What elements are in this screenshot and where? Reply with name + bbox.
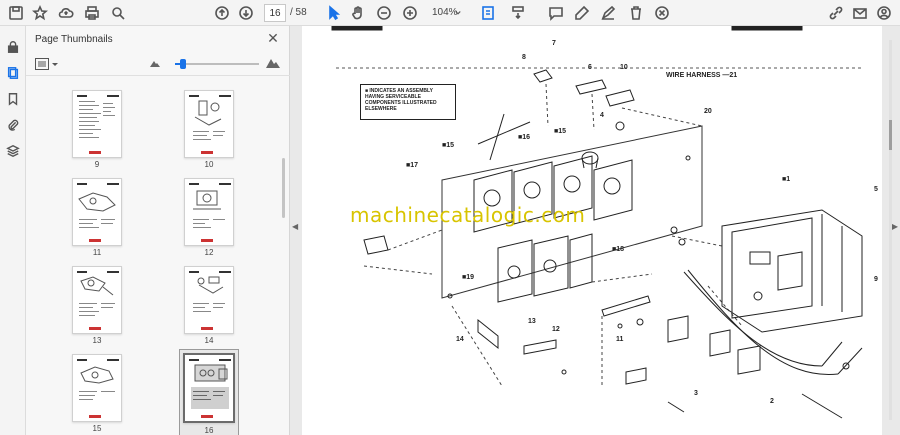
lock-icon[interactable] (4, 38, 22, 56)
thumbnail-tools (26, 52, 290, 76)
thumbnail-label: 10 (204, 160, 214, 169)
thumbnail-size-large-icon[interactable] (266, 56, 280, 68)
callout-label: ■15 (554, 128, 567, 135)
callout-label: 11 (616, 336, 624, 343)
callout-label: 6 (588, 64, 592, 71)
callout-label: 7 (552, 40, 556, 47)
bookmark-star-icon[interactable] (30, 3, 50, 23)
attachment-paperclip-icon[interactable] (4, 116, 22, 134)
comment-icon[interactable] (546, 3, 566, 23)
thumbnail-list: 9 10 11 12 13 14 15 16 (26, 78, 288, 435)
select-cursor-icon[interactable] (324, 3, 344, 23)
thumbnail-size-small-icon[interactable] (150, 59, 160, 67)
thumbnail-label: 14 (204, 336, 214, 345)
draw-signature-icon[interactable] (598, 3, 618, 23)
thumbnail-label: 16 (204, 426, 214, 435)
collapse-right-arrow-icon[interactable]: ▶ (892, 222, 898, 231)
thumbnail-scrollbar[interactable] (282, 158, 285, 218)
callout-label: 10 (620, 64, 628, 71)
upload-cloud-icon[interactable] (56, 3, 76, 23)
page-total: / 58 (290, 7, 307, 18)
thumbnail-page-9[interactable] (72, 90, 122, 158)
close-circle-icon[interactable] (652, 3, 672, 23)
thumbnail-label: 15 (92, 424, 102, 433)
document-page: ■ INDICATES AN ASSEMBLY HAVING SERVICEAB… (302, 26, 882, 435)
document-scrollbar[interactable] (889, 40, 892, 420)
callout-label: 14 (456, 336, 464, 343)
thumbnail-size-slider[interactable] (175, 59, 259, 69)
account-icon[interactable] (874, 3, 894, 23)
thumbnail-page-11[interactable] (72, 178, 122, 246)
thumbnail-preview (189, 183, 231, 242)
callout-label: ■1 (782, 176, 791, 183)
callout-label: 13 (528, 318, 536, 325)
highlight-pen-icon[interactable] (572, 3, 592, 23)
thumbnail-page-15[interactable] (72, 354, 122, 422)
document-viewer[interactable]: ◀ ■ INDICATES AN ASSEMBLY HAVING SERVICE… (290, 26, 900, 435)
thumbnail-label: 13 (92, 336, 102, 345)
close-panel-icon[interactable]: ✕ (265, 30, 281, 46)
thumbnail-options-button[interactable] (35, 57, 61, 71)
chevron-down-icon (52, 63, 58, 66)
thumbnail-page-10[interactable] (184, 90, 234, 158)
thumbnail-preview (189, 359, 231, 418)
email-icon[interactable] (850, 3, 870, 23)
save-icon[interactable] (6, 3, 26, 23)
thumbnail-label: 11 (92, 248, 102, 257)
thumbnail-preview (77, 271, 119, 330)
panel-title: Page Thumbnails (35, 34, 113, 45)
link-edit-icon[interactable] (826, 3, 846, 23)
watermark-text: machinecatalogic.com (350, 203, 586, 227)
thumbnail-preview (77, 183, 119, 242)
callout-label: 3 (694, 390, 698, 397)
page-down-icon[interactable] (236, 3, 256, 23)
bookmark-icon[interactable] (4, 90, 22, 108)
page-number-input[interactable]: 16 (264, 4, 286, 22)
thumbnail-preview (77, 359, 119, 418)
main-toolbar: 16 / 58 104% (0, 0, 900, 26)
callout-label: 9 (874, 276, 878, 283)
thumbnail-page-14[interactable] (184, 266, 234, 334)
callout-label: 8 (522, 54, 526, 61)
thumbnail-page-12[interactable] (184, 178, 234, 246)
thumbnail-page-16[interactable] (183, 353, 235, 423)
wire-harness-label: WIRE HARNESS —21 (666, 72, 738, 79)
callout-label: ■16 (518, 134, 531, 141)
delete-trash-icon[interactable] (626, 3, 646, 23)
page-up-icon[interactable] (212, 3, 232, 23)
zoom-in-icon[interactable] (400, 3, 420, 23)
options-menu-icon (35, 58, 49, 70)
callout-label: ■18 (612, 246, 625, 253)
thumbnail-label: 9 (94, 160, 100, 169)
print-icon[interactable] (82, 3, 102, 23)
collapse-left-arrow-icon[interactable]: ◀ (292, 222, 298, 231)
legend-note: ■ INDICATES AN ASSEMBLY HAVING SERVICEAB… (360, 84, 456, 120)
page-fit-icon[interactable] (478, 3, 498, 23)
callout-label: ■17 (406, 162, 419, 169)
callout-label: ■15 (442, 142, 455, 149)
zoom-search-icon[interactable] (108, 3, 128, 23)
layers-icon[interactable] (4, 142, 22, 160)
thumbnail-preview (189, 95, 231, 154)
scroll-mode-icon[interactable] (508, 3, 528, 23)
hand-pan-icon[interactable] (348, 3, 368, 23)
zoom-dropdown-chevron-icon[interactable] (452, 3, 464, 23)
zoom-out-icon[interactable] (374, 3, 394, 23)
callout-label: 5 (874, 186, 878, 193)
callout-label: 12 (552, 326, 560, 333)
page-thumbnails-icon[interactable] (4, 64, 22, 82)
callout-label: 2 (770, 398, 774, 405)
thumbnail-preview (77, 95, 119, 154)
thumbnail-page-13[interactable] (72, 266, 122, 334)
page-thumbnails-panel: Page Thumbnails ✕ 9 10 11 12 13 14 15 16 (26, 26, 290, 435)
slider-thumb[interactable] (180, 59, 187, 69)
callout-label: 4 (600, 112, 604, 119)
left-navigation-rail (0, 26, 26, 435)
thumbnail-label: 12 (204, 248, 214, 257)
callout-label: 20 (704, 108, 712, 115)
callout-label: ■19 (462, 274, 475, 281)
thumbnail-preview (189, 271, 231, 330)
